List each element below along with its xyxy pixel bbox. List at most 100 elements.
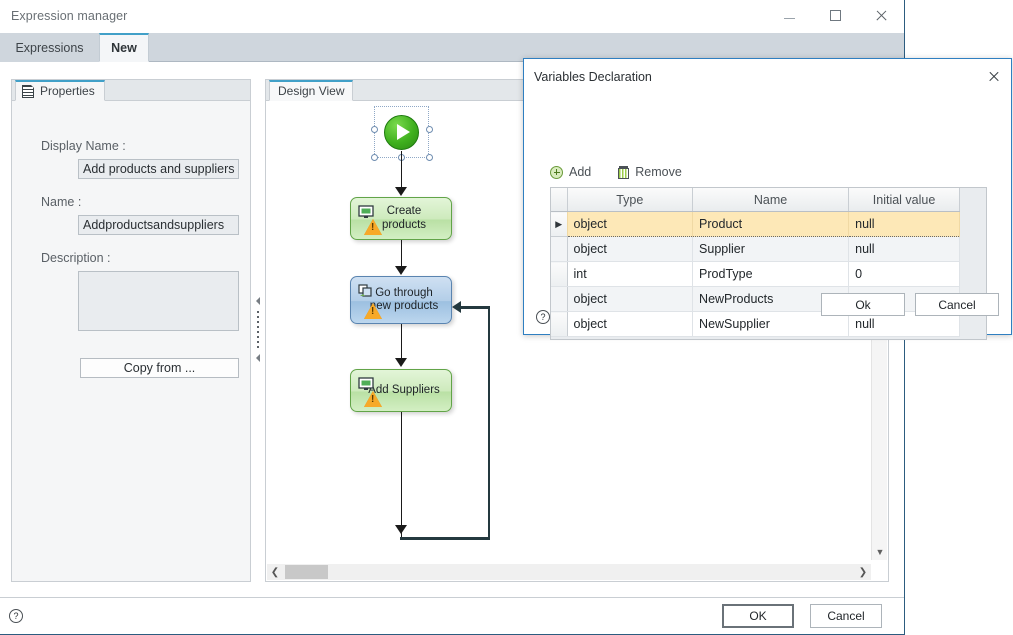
description-input[interactable] [78, 271, 239, 331]
design-horizontal-scrollbar[interactable]: ❮ ❯ [267, 564, 871, 580]
variables-declaration-dialog: Variables Declaration Add Remove Type Na [523, 58, 1012, 340]
splitter-collapse-icon-top[interactable] [256, 297, 260, 305]
maximize-button[interactable] [812, 0, 858, 31]
window-title: Expression manager [11, 9, 128, 23]
table-row[interactable]: int ProdType 0 [551, 261, 960, 287]
cell-type[interactable]: object [567, 311, 694, 337]
variables-table-body: ▶ object Product null object Supplier null int P… [551, 211, 960, 337]
name-input[interactable]: Addproductsandsuppliers [78, 215, 239, 235]
warning-icon [364, 391, 382, 407]
loop-icon [358, 284, 374, 298]
row-marker[interactable] [551, 261, 568, 287]
splitter-grip-icon [257, 311, 259, 349]
node-create-products[interactable]: Create products [350, 197, 452, 240]
cell-name[interactable]: Product [692, 211, 850, 237]
selection-handle[interactable] [371, 154, 378, 161]
screen-icon [358, 377, 374, 391]
description-label: Description : [41, 251, 111, 265]
cell-type[interactable]: object [567, 211, 694, 237]
close-icon [875, 9, 888, 22]
node-add-suppliers[interactable]: Add Suppliers [350, 369, 452, 412]
variables-grid[interactable]: Type Name Initial value ▶ object Product nu… [550, 187, 987, 340]
connector-arrowhead [395, 525, 407, 534]
scroll-left-icon[interactable]: ❮ [267, 564, 283, 580]
cell-initial-value[interactable]: null [848, 236, 960, 262]
loopback-line [461, 306, 490, 309]
cancel-button[interactable]: Cancel [810, 604, 882, 628]
close-icon [988, 70, 1000, 82]
add-button[interactable]: Add [550, 165, 591, 179]
help-icon[interactable]: ? [9, 609, 23, 623]
dialog-title: Variables Declaration [534, 70, 652, 84]
properties-tabheader: Properties [12, 80, 250, 101]
ok-button[interactable]: OK [722, 604, 794, 628]
loopback-line [400, 537, 490, 540]
properties-icon [22, 84, 34, 98]
table-header-row: Type Name Initial value [551, 188, 960, 212]
loopback-arrowhead [452, 301, 461, 313]
remove-button-label: Remove [635, 165, 682, 179]
window-footer: ? OK Cancel [0, 597, 904, 634]
screen-icon [358, 205, 374, 219]
remove-button[interactable]: Remove [618, 165, 682, 179]
play-triangle-icon [397, 124, 410, 140]
row-marker[interactable] [551, 236, 568, 262]
dialog-ok-button[interactable]: Ok [821, 293, 905, 316]
column-header-name[interactable]: Name [692, 188, 850, 212]
cell-name[interactable]: ProdType [692, 261, 850, 287]
splitter-collapse-icon-bottom[interactable] [256, 354, 260, 362]
display-name-label: Display Name : [41, 139, 126, 153]
window-close-button[interactable] [858, 0, 904, 31]
row-marker[interactable] [551, 311, 568, 337]
loopback-line [487, 306, 490, 539]
minimize-button[interactable] [766, 0, 812, 31]
tab-expressions[interactable]: Expressions [0, 33, 99, 62]
tab-properties-label: Properties [40, 84, 95, 98]
name-label: Name : [41, 195, 82, 209]
table-row[interactable]: object Supplier null [551, 236, 960, 262]
panel-splitter[interactable] [253, 79, 263, 582]
row-marker-header [551, 188, 568, 212]
selection-handle[interactable] [426, 126, 433, 133]
display-name-input[interactable]: Add products and suppliers [78, 159, 239, 179]
design-horizontal-scroll-thumb[interactable] [285, 565, 328, 579]
properties-panel: Properties Display Name : Add products a… [11, 79, 251, 582]
column-header-type[interactable]: Type [567, 188, 694, 212]
copy-from-button[interactable]: Copy from ... [80, 358, 239, 378]
connector-line [400, 324, 403, 362]
cell-type[interactable]: object [567, 236, 694, 262]
node-start[interactable] [384, 115, 419, 150]
scroll-down-icon[interactable]: ▼ [872, 544, 888, 560]
cell-initial-value[interactable]: 0 [848, 261, 960, 287]
connector-arrowhead [395, 266, 407, 275]
scroll-right-icon[interactable]: ❯ [855, 564, 871, 580]
add-button-label: Add [569, 165, 592, 179]
selection-handle[interactable] [371, 126, 378, 133]
cell-type[interactable]: object [567, 286, 694, 312]
dialog-toolbar: Add Remove [550, 165, 682, 179]
screen: Expression manager Expressions New Prope… [0, 0, 1013, 635]
dialog-close-button[interactable] [981, 64, 1007, 88]
dialog-cancel-button[interactable]: Cancel [915, 293, 999, 316]
warning-icon [364, 303, 382, 319]
window-titlebar: Expression manager [0, 0, 904, 33]
cell-type[interactable]: int [567, 261, 694, 287]
row-marker[interactable]: ▶ [551, 211, 568, 237]
connector-line [400, 412, 403, 539]
selection-handle[interactable] [426, 154, 433, 161]
cell-name[interactable]: Supplier [692, 236, 850, 262]
tab-properties[interactable]: Properties [15, 80, 105, 101]
minimize-icon [783, 17, 795, 19]
dialog-help-icon[interactable]: ? [536, 310, 550, 324]
connector-arrowhead [395, 358, 407, 367]
tab-design-view[interactable]: Design View [269, 80, 354, 101]
add-icon [550, 165, 563, 179]
node-go-through-new-products[interactable]: Go through new products [350, 276, 452, 324]
tab-new[interactable]: New [99, 33, 149, 62]
row-marker[interactable] [551, 286, 568, 312]
warning-icon [364, 219, 382, 235]
connector-line [400, 151, 403, 191]
cell-initial-value[interactable]: null [848, 211, 960, 237]
column-header-initial-value[interactable]: Initial value [848, 188, 960, 212]
table-row[interactable]: ▶ object Product null [551, 211, 960, 237]
